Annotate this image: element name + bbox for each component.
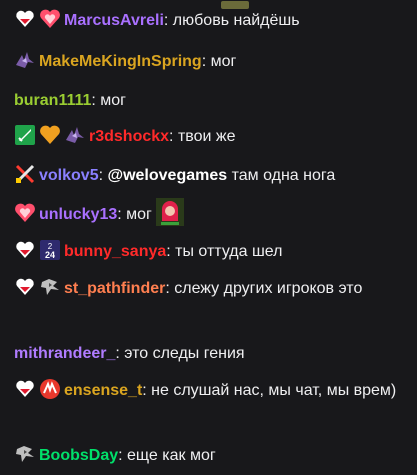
red-shield-icon[interactable]	[39, 378, 61, 400]
chat-message: ensense_t: не слушай нас, мы чат, мы вре…	[14, 378, 411, 403]
chat-message: MarcusAvreli: любовь найдёшь	[14, 8, 411, 33]
heart-icon[interactable]	[14, 276, 36, 298]
chat-text: там одна нога	[231, 167, 336, 184]
heart-icon[interactable]	[14, 378, 36, 400]
chat-username[interactable]: bunny_sanya	[64, 243, 166, 260]
chat-mention[interactable]: @welovegames	[107, 167, 227, 184]
chat-text: мог	[126, 206, 152, 224]
chat-username[interactable]: mithrandeer_	[14, 345, 115, 362]
chat-username[interactable]: st_pathfinder	[64, 280, 165, 297]
swords-icon[interactable]	[14, 163, 36, 185]
chat-message: mithrandeer_: это следы гения	[14, 341, 411, 366]
chat-text: ты оттуда шел	[175, 243, 283, 260]
chat-message: unlucky13: мог	[14, 198, 411, 229]
svg-text:24: 24	[45, 250, 55, 260]
colon: :	[165, 280, 175, 297]
chat-username[interactable]: unlucky13	[39, 206, 117, 223]
dragon-icon[interactable]	[39, 276, 61, 298]
chat-text: мог	[210, 53, 237, 70]
colon: :	[117, 206, 127, 224]
chat-username[interactable]: volkov5	[39, 167, 99, 184]
chat-message: MakeMeKingInSpring: мог	[14, 49, 411, 74]
chat-username[interactable]: buran1111	[14, 92, 91, 109]
colon: :	[142, 382, 152, 399]
green-sword-icon[interactable]	[14, 124, 36, 146]
chat-username[interactable]: BoobsDay	[39, 447, 118, 464]
chat-username[interactable]: ensense_t	[64, 382, 142, 399]
heart-icon[interactable]	[14, 239, 36, 261]
chat-text: это следы гения	[124, 345, 245, 362]
chat-username[interactable]: MarcusAvreli	[64, 12, 164, 29]
dragon-icon[interactable]	[14, 443, 36, 465]
chat-username[interactable]: r3dshockx	[89, 128, 169, 145]
chat-text: слежу других игроков это	[174, 280, 363, 297]
gold-heart-icon[interactable]	[39, 124, 61, 146]
pink-heart-icon[interactable]	[39, 8, 61, 30]
chat-text: любовь найдёшь	[172, 12, 300, 29]
24-badge-icon[interactable]: 2 24	[39, 239, 61, 261]
colon: :	[201, 53, 211, 70]
colon: :	[166, 243, 176, 260]
bat-icon[interactable]	[14, 49, 36, 71]
colon: :	[169, 128, 178, 145]
colon: :	[91, 92, 101, 109]
partial-emote	[217, 0, 253, 9]
colon: :	[115, 345, 125, 362]
chat-message: BoobsDay: еще как мог	[14, 443, 411, 468]
chat-message: volkov5: @welovegames там одна нога	[14, 163, 411, 188]
chat-text: еще как мог	[127, 447, 216, 464]
chat-username[interactable]: MakeMeKingInSpring	[39, 53, 202, 70]
colon: :	[118, 447, 128, 464]
chat-message: buran1111: мог	[14, 88, 411, 113]
heart-icon[interactable]	[14, 8, 36, 30]
chat-message: r3dshockx: твои же	[14, 124, 411, 149]
colon: :	[163, 12, 173, 29]
chat-text: не слушай нас, мы чат, мы врем)	[151, 382, 397, 399]
pink-heart-icon[interactable]	[14, 202, 36, 224]
chat-message: st_pathfinder: слежу других игроков это	[14, 276, 411, 301]
chat-message: 2 24 bunny_sanya: ты оттуда шел	[14, 239, 411, 264]
chat-text: мог	[100, 92, 127, 109]
bat-icon[interactable]	[64, 124, 86, 146]
chat-text: твои же	[177, 128, 236, 145]
girl-emote[interactable]	[155, 198, 184, 226]
